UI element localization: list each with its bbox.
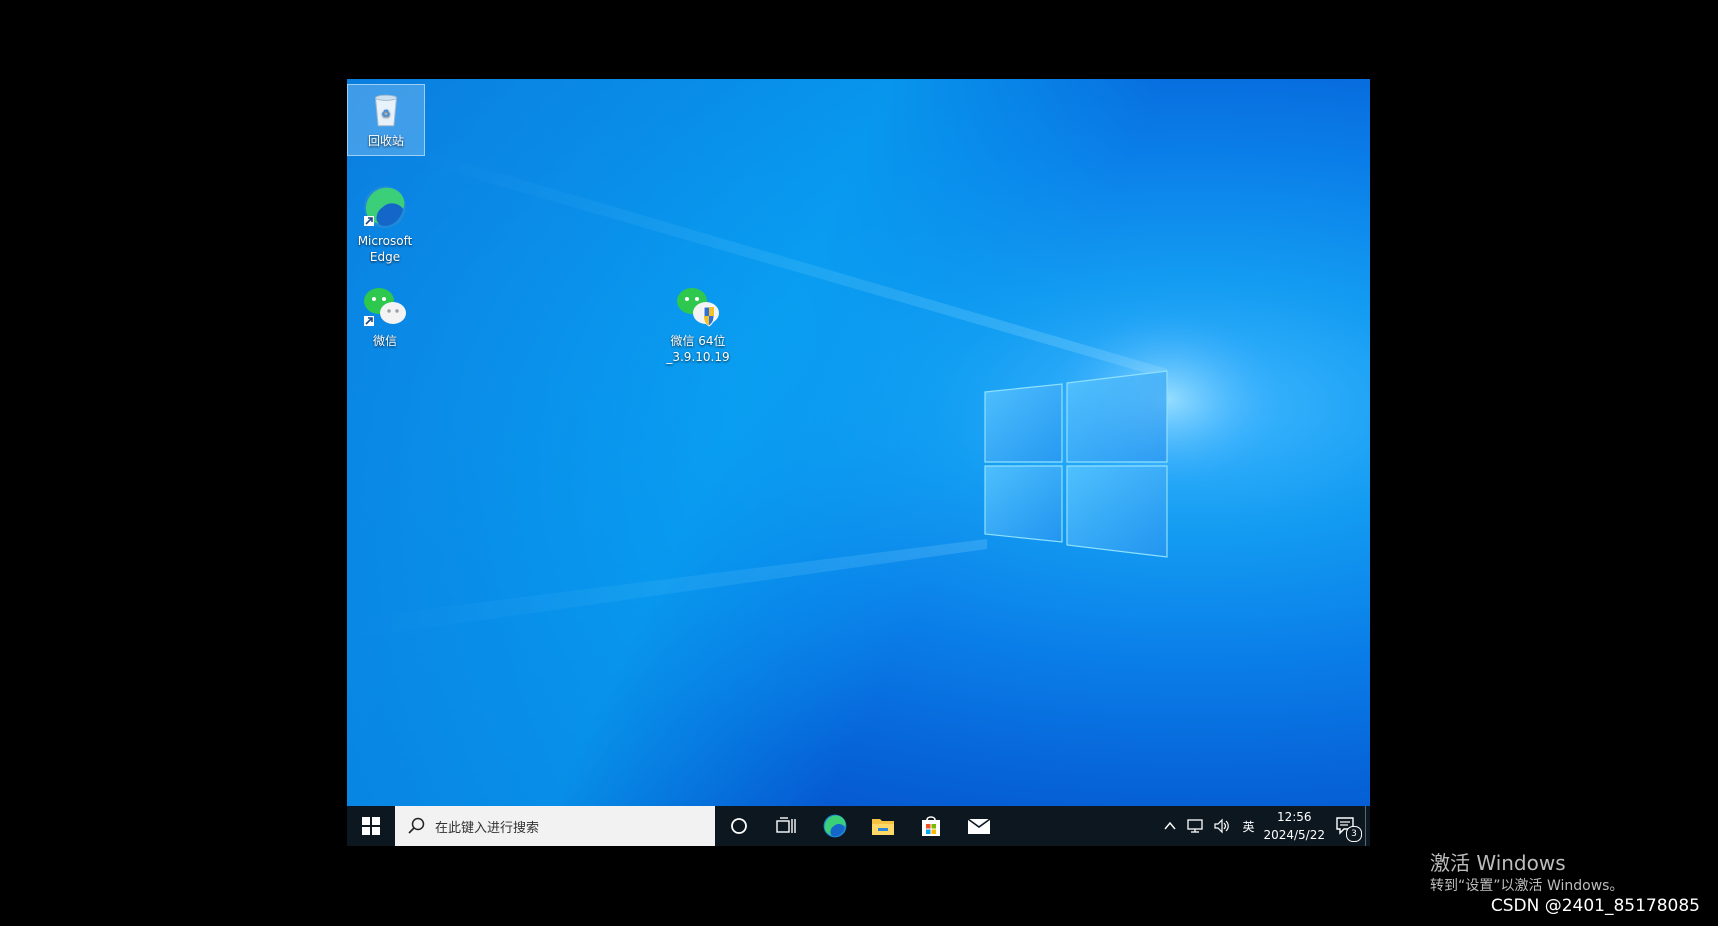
wechat-icon: [364, 288, 406, 326]
volume-icon: [1214, 818, 1230, 834]
cortana-button[interactable]: [715, 806, 763, 846]
mail-icon: [967, 818, 991, 834]
action-center-button[interactable]: 3: [1327, 806, 1365, 846]
outer-frame: ♻ 回收站 Microsoft Edge 微信 微信 64位 _3.9.10.1…: [0, 0, 1718, 926]
edge-icon: [823, 814, 847, 838]
desktop-icon-label: 微信: [372, 334, 397, 348]
system-tray: 英 12:56 2024/5/22 3: [1157, 806, 1370, 846]
start-button[interactable]: [347, 806, 395, 846]
desktop-icon-label: 微信 64位 _3.9.10.19: [666, 334, 730, 364]
search-icon: [408, 817, 425, 834]
windows-screen: ♻ 回收站 Microsoft Edge 微信 微信 64位 _3.9.10.1…: [347, 79, 1370, 846]
clock[interactable]: 12:56 2024/5/22: [1261, 806, 1327, 846]
windows-logo-wallpaper: [347, 149, 1287, 639]
wechat-installer-icon: [677, 288, 719, 327]
show-desktop-button[interactable]: [1365, 806, 1370, 846]
clock-date: 2024/5/22: [1263, 828, 1325, 842]
file-explorer-button[interactable]: [859, 806, 907, 846]
desktop-icon-recycle-bin[interactable]: ♻ 回收站: [347, 84, 425, 156]
desktop-icon-edge[interactable]: Microsoft Edge: [347, 179, 423, 265]
cortana-icon: [731, 818, 747, 834]
show-hidden-icons-button[interactable]: [1157, 806, 1183, 846]
notification-count-badge: 3: [1346, 826, 1362, 842]
taskbar-search-box[interactable]: 在此键入进行搜索: [395, 806, 715, 846]
desktop[interactable]: ♻ 回收站 Microsoft Edge 微信 微信 64位 _3.9.10.1…: [347, 79, 1370, 806]
task-view-icon: [776, 817, 796, 833]
edge-icon: [364, 186, 406, 228]
network-icon: [1187, 819, 1204, 833]
csdn-watermark: CSDN @2401_85178085: [1490, 896, 1700, 916]
start-icon: [362, 817, 380, 835]
desktop-icon-wechat[interactable]: 微信: [347, 279, 423, 349]
store-button[interactable]: [907, 806, 955, 846]
store-icon: [922, 816, 940, 836]
desktop-icon-label: Microsoft Edge: [357, 234, 413, 264]
activation-subtitle: 转到“设置”以激活 Windows。: [1430, 878, 1624, 894]
svg-text:♻: ♻: [381, 108, 390, 120]
mail-button[interactable]: [955, 806, 1003, 846]
file-explorer-icon: [872, 819, 894, 835]
input-language-button[interactable]: 英: [1235, 806, 1261, 846]
clock-time: 12:56: [1276, 810, 1312, 824]
search-placeholder: 在此键入进行搜索: [435, 820, 540, 836]
activation-title: 激活 Windows: [1430, 851, 1566, 875]
desktop-icon-label: 回收站: [367, 134, 404, 148]
chevron-up-icon: [1164, 821, 1177, 830]
network-button[interactable]: [1183, 806, 1209, 846]
recycle-bin-icon: ♻: [374, 94, 398, 127]
taskbar: 在此键入进行搜索 英 12:56 2024/5/22 3: [347, 806, 1370, 846]
taskbar-edge-button[interactable]: [811, 806, 859, 846]
desktop-icon-wechat-installer[interactable]: 微信 64位 _3.9.10.19: [660, 279, 736, 365]
volume-button[interactable]: [1209, 806, 1235, 846]
task-view-button[interactable]: [763, 806, 811, 846]
activation-watermark: 激活 Windows 转到“设置”以激活 Windows。: [1430, 850, 1623, 896]
